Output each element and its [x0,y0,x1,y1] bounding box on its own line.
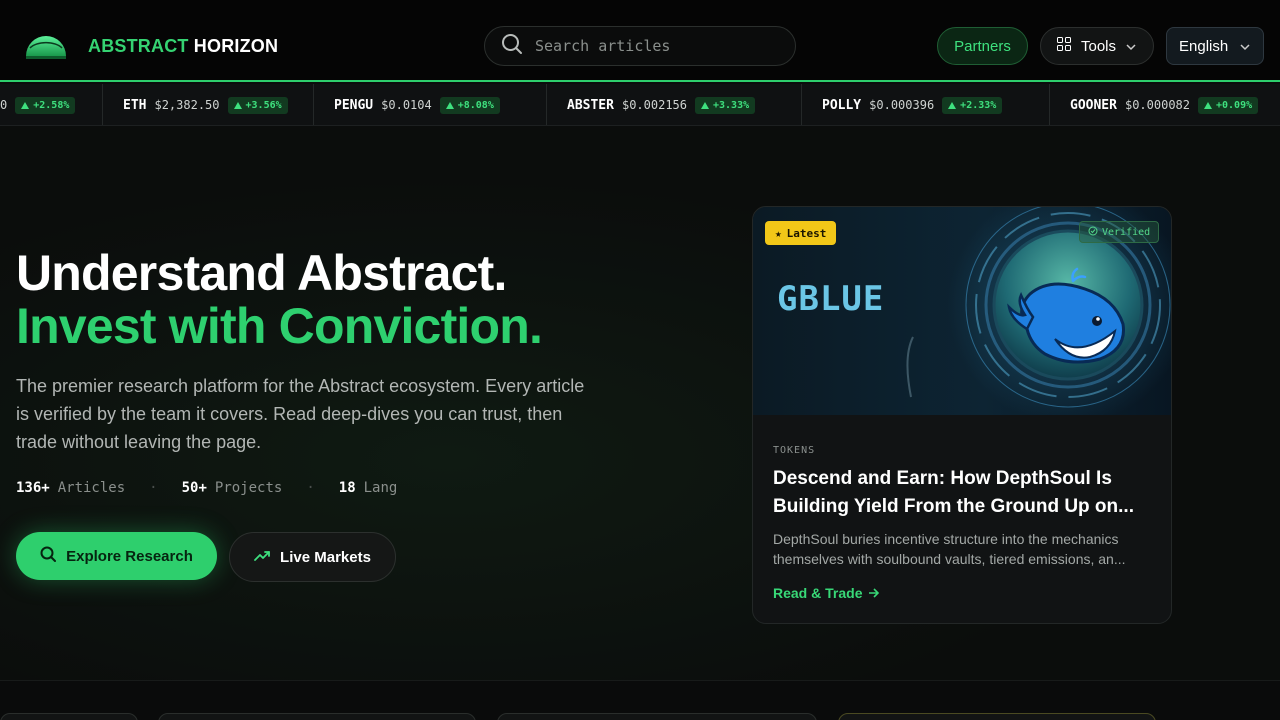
language-label: English [1179,37,1229,55]
ticker-change: +3.33% [695,96,756,114]
ticker-change: +8.08% [439,96,500,114]
ticker-divider [801,84,802,125]
up-arrow-icon [233,101,242,109]
price-ticker: 0 +2.58% ETH $2,382.50 +3.56% PENGU $0.0… [0,84,1280,126]
search-input[interactable] [535,37,775,55]
article-excerpt: DepthSoul buries incentive structure int… [773,531,1126,567]
up-arrow-icon [948,101,957,109]
up-arrow-icon [21,101,30,109]
arrow-right-icon [868,585,880,601]
verified-badge-label: Verified [1102,226,1151,238]
hero-headline-line1: Understand Abstract. [16,245,507,301]
live-markets-label: Live Markets [280,548,371,566]
up-arrow-icon [1204,101,1212,109]
explore-research-button[interactable]: Explore Research [16,532,217,580]
brand-logo[interactable]: ABSTRACT HORIZON [24,26,278,66]
ticker-price: $0.002156 [621,98,687,112]
ticker-item[interactable]: 0 +2.58% [0,84,76,125]
partners-button[interactable]: Partners [937,27,1028,65]
ticker-price: 0 [0,98,8,112]
stat-articles-value: 136+ [16,480,50,496]
read-and-trade-label: Read & Trade [773,585,863,601]
section-card-edge [158,713,476,720]
star-icon: ★ [775,226,782,240]
hero-headline-line2: Invest with Conviction. [16,298,543,354]
section-card-edge [838,713,1156,720]
stat-projects-value: 50+ [181,480,207,496]
ticker-item[interactable]: ETH $2,382.50 +3.56% [123,84,288,125]
ticker-price: $2,382.50 [154,98,220,112]
tools-menu-button[interactable]: Tools [1040,27,1154,65]
ticker-item[interactable]: POLLY $0.000396 +2.33% [822,84,1003,125]
featured-article-card[interactable]: GBLUE ★ Latest Verified TOKENS Descend a… [752,206,1172,624]
explore-research-label: Explore Research [66,547,193,565]
check-circle-icon [1088,226,1098,239]
ticker-item[interactable]: ABSTER $0.002156 +3.33% [567,84,756,125]
ticker-divider [102,84,103,125]
chevron-down-icon [1126,38,1136,55]
ticker-price: $0.0104 [381,98,432,112]
ticker-change: +3.56% [227,96,288,114]
horizon-logo-icon [24,26,68,66]
stat-articles-label: Articles [57,480,126,496]
section-card-edge [0,713,138,720]
language-select[interactable]: English [1166,27,1264,65]
grid-icon [1057,37,1071,55]
trending-up-icon [254,549,270,566]
hero-description: The premier research platform for the Ab… [16,376,585,452]
ticker-divider [313,84,314,125]
ticker-symbol: POLLY [822,97,862,113]
stat-projects-label: Projects [214,480,283,496]
up-arrow-icon [445,101,454,109]
ticker-symbol: ETH [123,97,147,113]
ticker-symbol: ABSTER [567,97,614,113]
ticker-symbol: GOONER [1070,97,1117,113]
article-category: TOKENS [773,445,816,456]
stat-separator: · [149,480,158,496]
stat-lang-label: Lang [363,480,398,496]
chevron-down-icon [1240,38,1250,55]
brand-name: ABSTRACT HORIZON [88,35,279,56]
latest-badge: ★ Latest [765,221,837,245]
verified-badge: Verified [1079,221,1160,243]
ticker-item[interactable]: PENGU $0.0104 +8.08% [334,84,500,125]
latest-badge-label: Latest [786,226,827,240]
article-title[interactable]: Descend and Earn: How DepthSoul Is Build… [773,465,1153,521]
ticker-price: $0.000396 [869,98,935,112]
partners-label: Partners [954,37,1011,55]
live-markets-button[interactable]: Live Markets [229,532,396,582]
ticker-price: $0.000082 [1124,98,1190,112]
search-icon [501,33,523,60]
stat-separator: · [306,480,315,496]
tools-label: Tools [1081,37,1117,55]
stat-lang-value: 18 [338,480,356,496]
read-and-trade-link[interactable]: Read & Trade [773,585,880,601]
ticker-divider [1049,84,1050,125]
section-card-edge [497,713,817,720]
search-icon [40,546,57,566]
featured-article-image: GBLUE ★ Latest Verified [753,207,1171,415]
up-arrow-icon [701,101,709,109]
featured-image-brand-text: GBLUE [777,279,885,319]
ticker-change: +0.09% [1198,96,1259,114]
next-section-strip [0,680,1280,720]
top-header: ABSTRACT HORIZON Partners Tools English [0,0,1280,82]
ticker-symbol: PENGU [334,97,374,113]
search-box[interactable] [484,26,796,66]
hero-stats: 136+ Articles · 50+ Projects · 18 Lang [16,480,397,496]
ticker-change: +2.33% [942,96,1003,114]
ticker-divider [546,84,547,125]
ticker-item[interactable]: GOONER $0.000082 +0.09% [1070,84,1259,125]
ticker-change: +2.58% [15,96,76,114]
